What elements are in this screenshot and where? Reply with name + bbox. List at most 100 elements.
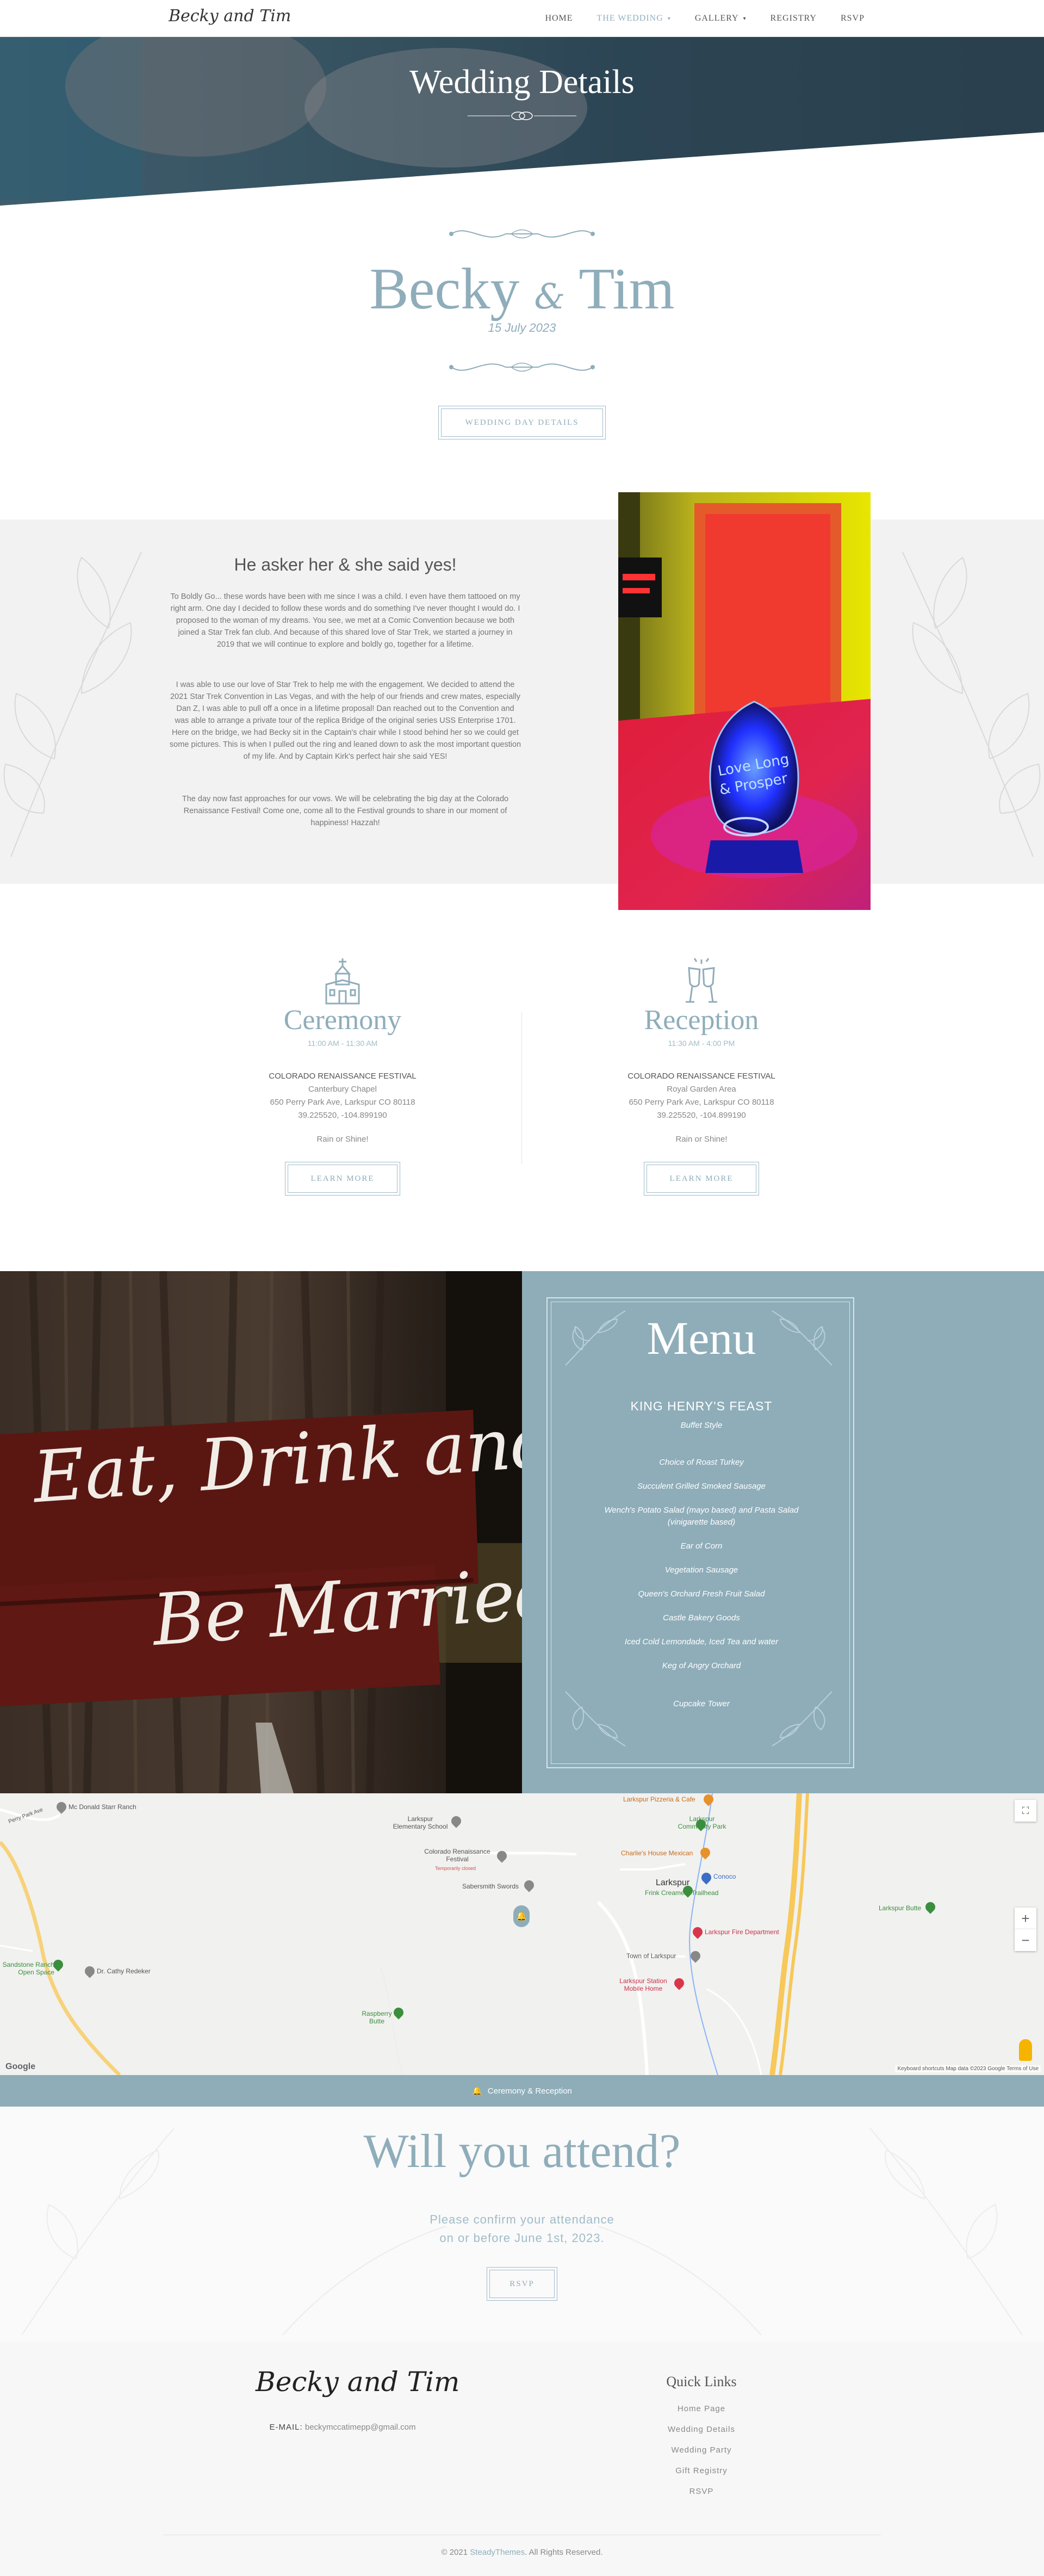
champagne-glasses-icon (686, 958, 717, 1003)
menu-item-label: Home (545, 14, 573, 23)
menu-item: Iced Cold Lemondade, Iced Tea and water (624, 1637, 779, 1646)
menu-item-label: The Wedding (596, 14, 663, 23)
menu-item-registry[interactable]: Registry (770, 14, 817, 23)
reception-coordinates: 39.225520, -104.899190 (657, 1111, 746, 1120)
menu-item: Choice of Roast Turkey (659, 1458, 744, 1467)
zoom-out-button[interactable]: − (1015, 1929, 1036, 1951)
footer-link-wedding-party[interactable]: Wedding Party (620, 2445, 783, 2455)
logo-text: Becky and Tim (169, 7, 291, 26)
map-label: Temporarily closed (435, 1866, 476, 1871)
ceremony-coordinates: 39.225520, -104.899190 (298, 1111, 387, 1120)
ceremony-location: Canterbury Chapel (308, 1085, 377, 1094)
location-map[interactable]: Mc Donald Starr Ranch Larkspur Elementar… (0, 1793, 1044, 2075)
top-navigation: Becky and Tim Home The Wedding ▾ Gallery ▾… (0, 0, 1044, 37)
menu-style: Buffet Style (680, 1421, 723, 1430)
page-hero: Wedding Details (0, 37, 1044, 206)
reception-learn-more-button[interactable]: Learn More (644, 1162, 759, 1196)
map-label: Frink Creamery Trailhead (645, 1889, 719, 1897)
reception-note: Rain or Shine! (675, 1135, 728, 1144)
bride-name: Becky (369, 257, 520, 321)
rsvp-line-2: on or before June 1st, 2023. (439, 2231, 605, 2245)
copyright-suffix: . All Rights Reserved. (525, 2548, 603, 2557)
email-label: E-MAIL: (269, 2423, 303, 2432)
menu-item-gallery[interactable]: Gallery ▾ (695, 14, 747, 23)
rsvp-line-1: Please confirm your attendance (430, 2213, 614, 2226)
story-paragraph: The day now fast approaches for our vows… (182, 795, 509, 827)
google-logo: Google (5, 2062, 36, 2071)
fullscreen-icon[interactable]: ⛶ (1015, 1800, 1036, 1822)
footer-link-gift-registry[interactable]: Gift Registry (620, 2466, 783, 2475)
map-label: Town of Larkspur (626, 1952, 676, 1960)
chevron-down-icon: ▾ (743, 15, 747, 22)
menu-title: Menu (647, 1312, 756, 1364)
wedding-date: 15 July 2023 (488, 321, 556, 335)
copyright-brand-link[interactable]: SteadyThemes (470, 2548, 525, 2557)
couple-names: Becky & Tim (0, 256, 1044, 323)
zoom-in-button[interactable]: + (1015, 1908, 1036, 1929)
ceremony-learn-more-button[interactable]: Learn More (285, 1162, 400, 1196)
map-label: Dr. Cathy Redeker (97, 1967, 151, 1975)
menu-item-home[interactable]: Home (545, 14, 573, 23)
ceremony-note: Rain or Shine! (316, 1135, 369, 1144)
groom-name: Tim (579, 257, 675, 321)
leaf-ornament-icon (565, 1691, 626, 1747)
story-paragraph: I was able to use our love of Star Trek … (169, 680, 521, 761)
flourish-ornament-icon (449, 362, 595, 372)
menu-item: Cupcake Tower (673, 1699, 730, 1708)
map-label: Larkspur Elementary School (393, 1815, 448, 1830)
footer-link-rsvp[interactable]: RSVP (620, 2487, 783, 2496)
leaf-pattern-icon (3, 552, 142, 857)
menu-item: Vegetation Sausage (664, 1565, 738, 1575)
menu-item-rsvp[interactable]: RSVP (841, 14, 865, 23)
menu-item: Succulent Grilled Smoked Sausage (637, 1482, 766, 1491)
engagement-ring-box-image: Love Long & Prosper (618, 492, 871, 910)
story-paragraph: To Boldly Go... these words have been wi… (170, 592, 520, 649)
bell-icon: 🔔 (472, 2086, 482, 2096)
rsvp-button[interactable]: RSVP (487, 2267, 557, 2301)
map-roads (0, 1793, 809, 2075)
copyright: © 2021 SteadyThemes. All Rights Reserved… (0, 2548, 1044, 2557)
menu-item: Wench's Potato Salad (mayo based) and Pa… (604, 1506, 799, 1527)
menu-item: Keg of Angry Orchard (662, 1661, 741, 1670)
footer-email: E-MAIL: beckymccatimepp@gmail.com (217, 2423, 468, 2432)
site-footer (0, 2342, 1044, 2576)
menu-feast-title: KING HENRY'S FEAST (630, 1399, 773, 1413)
ornament-divider-icon (468, 112, 576, 120)
menu-item: Castle Bakery Goods (663, 1613, 740, 1623)
wooden-sign-image (0, 1271, 522, 1793)
footer-logo[interactable]: Becky and Tim (256, 2366, 460, 2407)
menu-item-the-wedding[interactable]: The Wedding ▾ (597, 14, 671, 23)
chapel-icon (325, 958, 360, 1005)
email-value[interactable]: beckymccatimepp@gmail.com (305, 2423, 416, 2432)
rsvp-title: Will you attend? (363, 2125, 681, 2178)
story-title: He asker her & she said yes! (234, 555, 457, 574)
street-view-pegman-icon[interactable] (1019, 2039, 1032, 2061)
quick-links-title: Quick Links (666, 2374, 737, 2389)
site-logo[interactable]: Becky and Tim (169, 3, 291, 32)
chevron-down-icon: ▾ (667, 15, 671, 22)
map-caption-bar: 🔔 Ceremony & Reception (0, 2075, 1044, 2107)
bell-marker-icon[interactable]: 🔔 (513, 1905, 530, 1927)
map-label: Larkspur Community Park (678, 1815, 726, 1830)
reception-venue: COLORADO RENAISSANCE FESTIVAL (627, 1072, 775, 1081)
footer-logo-text: Becky and Tim (256, 2366, 460, 2398)
wedding-day-details-button[interactable]: Wedding Day Details (438, 406, 606, 439)
ceremony-time: 11:00 AM - 11:30 AM (307, 1039, 378, 1048)
engagement-photo: Love Long & Prosper (618, 492, 871, 910)
map-label: Larkspur Pizzeria & Cafe (623, 1795, 695, 1803)
map-label: Conoco (713, 1873, 736, 1880)
map-label: Raspberry Butte (362, 2010, 392, 2025)
map-caption: Ceremony & Reception (487, 2086, 572, 2096)
menu-item: Ear of Corn (680, 1541, 723, 1551)
footer-link-home[interactable]: Home Page (620, 2404, 783, 2413)
menu-item: Queen's Orchard Fresh Fruit Salad (638, 1589, 765, 1599)
map-label: Mc Donald Starr Ranch (69, 1803, 136, 1811)
main-menu: Home The Wedding ▾ Gallery ▾ Registry RSVP (545, 0, 865, 37)
reception-time: 11:30 AM - 4:00 PM (668, 1039, 735, 1048)
map-label: Larkspur Station Mobile Home (619, 1977, 667, 1992)
map-label: Larkspur Fire Department (705, 1928, 779, 1936)
reception-address: 650 Perry Park Ave, Larkspur CO 80118 (629, 1098, 774, 1107)
footer-link-wedding-details[interactable]: Wedding Details (620, 2425, 783, 2434)
map-attribution[interactable]: Keyboard shortcuts Map data ©2023 Google… (895, 2065, 1041, 2072)
event-divider (521, 1012, 522, 1164)
